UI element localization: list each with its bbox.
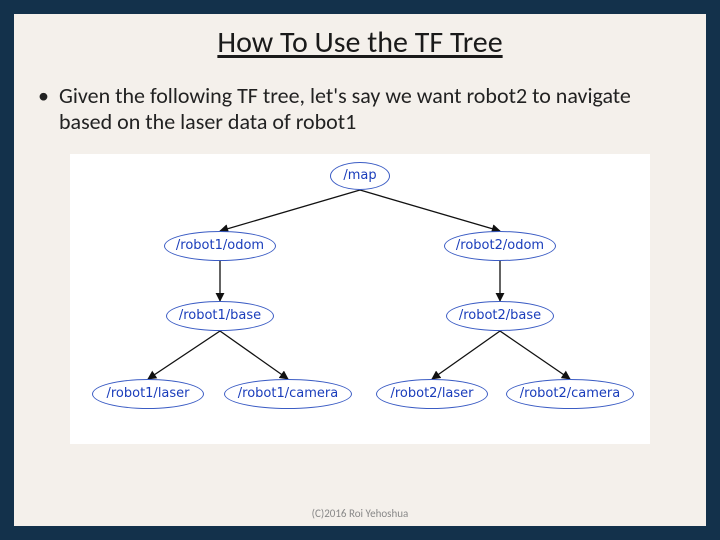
tf-tree-diagram: /map/robot1/odom/robot2/odom/robot1/base… bbox=[70, 154, 650, 444]
tree-node-r1odom: /robot1/odom bbox=[164, 231, 276, 261]
bullet-marker: • bbox=[38, 83, 49, 109]
tree-node-r2cam: /robot2/camera bbox=[506, 379, 634, 409]
slide-inner: How To Use the TF Tree • Given the follo… bbox=[14, 14, 706, 526]
slide-frame: How To Use the TF Tree • Given the follo… bbox=[0, 0, 720, 540]
tree-node-r2odom: /robot2/odom bbox=[444, 231, 556, 261]
tree-edge bbox=[148, 331, 220, 379]
tree-node-r2base: /robot2/base bbox=[446, 301, 554, 331]
slide-body: • Given the following TF tree, let's say… bbox=[14, 61, 706, 444]
bullet-item: • Given the following TF tree, let's say… bbox=[34, 83, 686, 136]
tree-node-r1laser: /robot1/laser bbox=[92, 379, 204, 409]
slide-title: How To Use the TF Tree bbox=[14, 14, 706, 61]
tree-node-map: /map bbox=[330, 162, 390, 190]
slide-footer: (C)2016 Roi Yehoshua bbox=[14, 507, 706, 520]
tree-node-r1cam: /robot1/camera bbox=[224, 379, 352, 409]
tree-edge bbox=[220, 190, 360, 231]
diagram-container: /map/robot1/odom/robot2/odom/robot1/base… bbox=[34, 154, 686, 444]
tree-edge bbox=[500, 331, 570, 379]
tree-edge bbox=[360, 190, 500, 231]
tree-node-r1base: /robot1/base bbox=[166, 301, 274, 331]
bullet-text: Given the following TF tree, let's say w… bbox=[59, 83, 686, 136]
tree-edge bbox=[220, 331, 288, 379]
tree-node-r2laser: /robot2/laser bbox=[376, 379, 488, 409]
tree-edge bbox=[432, 331, 500, 379]
